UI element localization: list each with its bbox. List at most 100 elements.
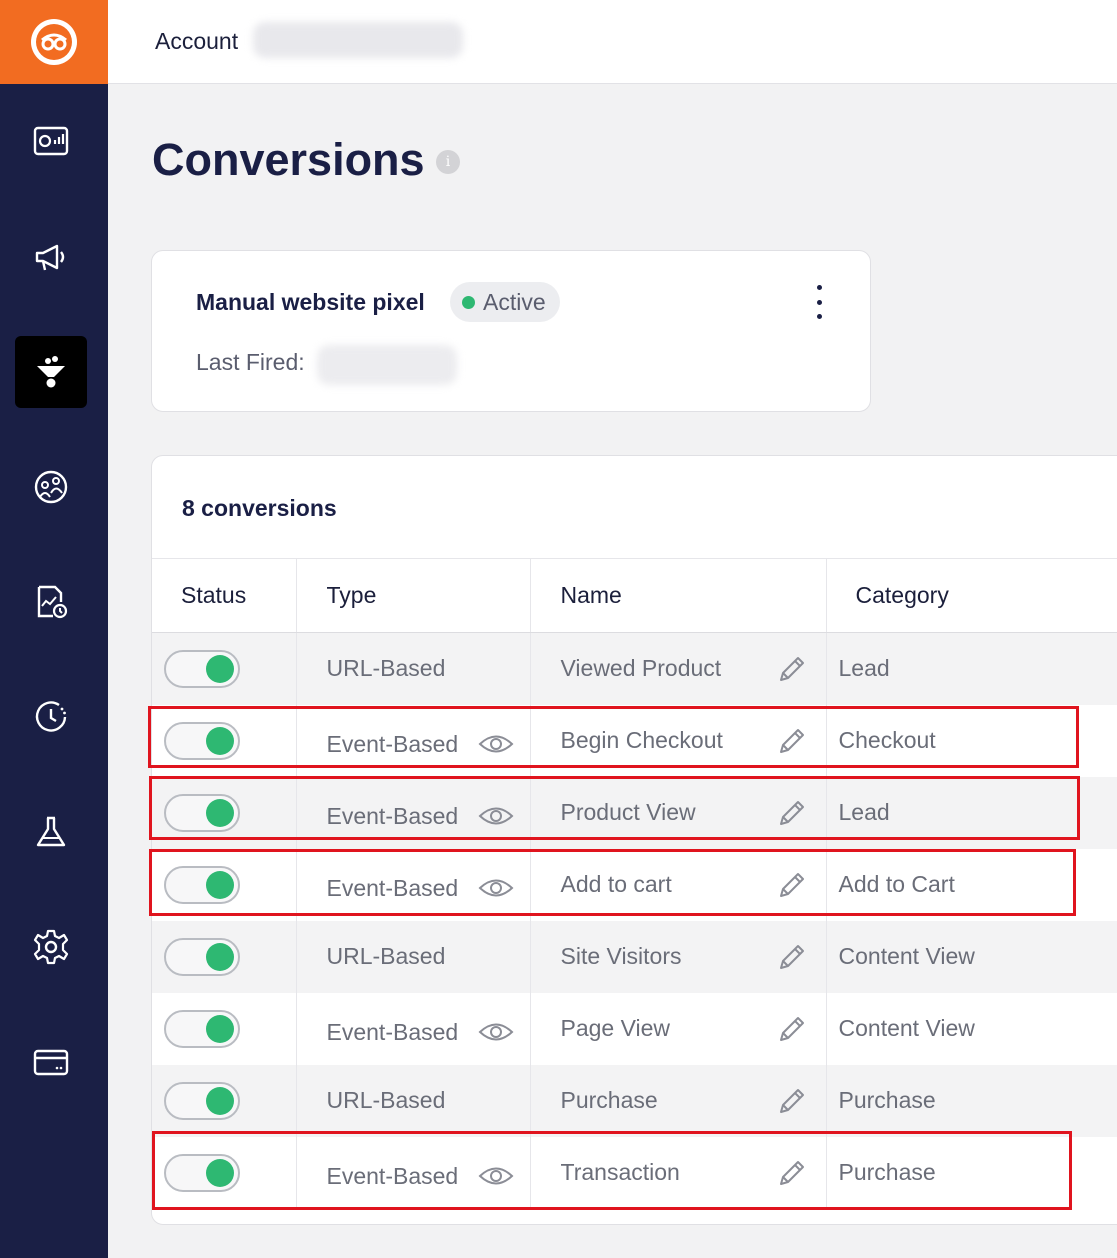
toggle-knob <box>206 798 234 827</box>
status-cell <box>152 704 296 777</box>
logo-icon <box>31 19 77 65</box>
eye-icon[interactable] <box>478 1021 514 1043</box>
name-cell: Product View <box>529 776 826 849</box>
account-name-redacted[interactable] <box>253 22 463 58</box>
name-cell: Page View <box>529 992 826 1065</box>
outbrain-logo[interactable] <box>0 0 108 84</box>
pencil-icon[interactable] <box>776 1013 808 1045</box>
type-cell: Event-Based <box>295 848 530 921</box>
type-text: Event-Based <box>326 1163 459 1189</box>
type-text: Event-Based <box>326 803 459 829</box>
status-toggle[interactable] <box>164 793 240 832</box>
conversion-name[interactable]: Site Visitors <box>561 943 682 970</box>
pencil-icon[interactable] <box>776 869 808 901</box>
conversions-table: Status Type Name Category URL-Based Viewe… <box>152 558 1117 1209</box>
toggle-knob <box>206 1014 234 1043</box>
name-cell: Purchase <box>529 1064 826 1137</box>
type-text: Event-Based <box>326 875 459 901</box>
status-toggle[interactable] <box>164 1081 240 1120</box>
nav-dashboard[interactable] <box>15 106 87 178</box>
toggle-knob <box>206 942 234 971</box>
type-cell: URL-Based <box>295 1064 530 1137</box>
toggle-knob <box>206 726 234 755</box>
nav-campaigns[interactable] <box>15 221 87 293</box>
status-cell <box>152 776 296 849</box>
type-cell: URL-Based <box>295 632 530 705</box>
name-cell: Site Visitors <box>529 920 826 993</box>
status-text: Active <box>483 288 546 315</box>
eye-icon[interactable] <box>478 1165 514 1187</box>
megaphone-icon <box>35 244 65 271</box>
pixel-card: Manual website pixel Active Last Fired: <box>151 250 871 412</box>
last-fired-value-redacted <box>317 345 457 385</box>
status-badge: Active <box>450 282 560 322</box>
status-cell <box>152 848 296 921</box>
column-header-status[interactable]: Status <box>152 558 296 633</box>
conversion-name[interactable]: Begin Checkout <box>561 727 723 754</box>
nav-history[interactable] <box>15 681 87 753</box>
pencil-icon[interactable] <box>776 941 808 973</box>
pencil-icon[interactable] <box>776 1157 808 1189</box>
table-row: URL-Based Purchase Purchase <box>152 1064 1117 1137</box>
table-row: Event-Based Page View Content View <box>152 992 1117 1065</box>
status-cell <box>152 992 296 1065</box>
eye-icon[interactable] <box>478 805 514 827</box>
category-cell: Purchase <box>825 1064 1117 1137</box>
table-row: URL-Based Viewed Product Lead <box>152 632 1117 705</box>
status-cell <box>152 1064 296 1137</box>
type-text: URL-Based <box>326 655 446 682</box>
conversion-name[interactable]: Add to cart <box>561 871 672 898</box>
status-toggle[interactable] <box>164 1009 240 1048</box>
status-toggle[interactable] <box>164 865 240 904</box>
eye-icon[interactable] <box>478 733 514 755</box>
status-toggle[interactable] <box>164 937 240 976</box>
toggle-knob <box>206 1086 234 1115</box>
nav-reports[interactable] <box>15 566 87 638</box>
column-header-type[interactable]: Type <box>295 558 530 633</box>
column-header-category[interactable]: Category <box>825 558 1117 633</box>
conversion-name[interactable]: Product View <box>561 799 696 826</box>
conversion-name[interactable]: Page View <box>561 1015 671 1042</box>
pixel-name: Manual website pixel <box>196 289 425 315</box>
gear-icon <box>33 929 69 965</box>
category-cell: Lead <box>825 632 1117 705</box>
status-cell <box>152 920 296 993</box>
pencil-icon[interactable] <box>776 725 808 757</box>
account-label: Account <box>155 28 239 54</box>
history-icon <box>35 701 67 732</box>
category-cell: Content View <box>825 920 1117 993</box>
more-options-icon[interactable] <box>812 285 826 319</box>
conversion-name[interactable]: Viewed Product <box>561 655 722 682</box>
nav-audiences[interactable] <box>15 451 87 523</box>
eye-icon[interactable] <box>478 877 514 899</box>
table-row: Event-Based Add to cart Add to Cart <box>152 848 1117 921</box>
pencil-icon[interactable] <box>776 653 808 685</box>
nav-billing[interactable] <box>15 1026 87 1098</box>
name-cell: Begin Checkout <box>529 704 826 777</box>
conversion-name[interactable]: Purchase <box>561 1087 658 1114</box>
conversions-count: 8 conversions <box>182 495 337 521</box>
pencil-icon[interactable] <box>776 1085 808 1117</box>
name-cell: Add to cart <box>529 848 826 921</box>
flask-icon <box>36 816 66 847</box>
type-cell: Event-Based <box>295 776 530 849</box>
status-dot-icon <box>462 295 475 309</box>
funnel-icon <box>37 356 65 388</box>
pencil-icon[interactable] <box>776 797 808 829</box>
status-toggle[interactable] <box>164 1153 240 1192</box>
toggle-knob <box>206 1158 234 1187</box>
nav-experiments[interactable] <box>15 796 87 868</box>
type-text: Event-Based <box>326 1019 459 1045</box>
type-cell: Event-Based <box>295 1136 530 1209</box>
nav-conversions[interactable] <box>15 336 87 408</box>
toggle-knob <box>206 870 234 899</box>
nav-settings[interactable] <box>15 911 87 983</box>
status-toggle[interactable] <box>164 721 240 760</box>
top-bar: Account <box>108 0 1117 84</box>
status-toggle[interactable] <box>164 649 240 688</box>
column-header-name[interactable]: Name <box>529 558 826 633</box>
info-icon[interactable]: i <box>436 150 460 174</box>
sidebar <box>0 0 108 1258</box>
conversion-name[interactable]: Transaction <box>561 1159 680 1186</box>
type-cell: URL-Based <box>295 920 530 993</box>
